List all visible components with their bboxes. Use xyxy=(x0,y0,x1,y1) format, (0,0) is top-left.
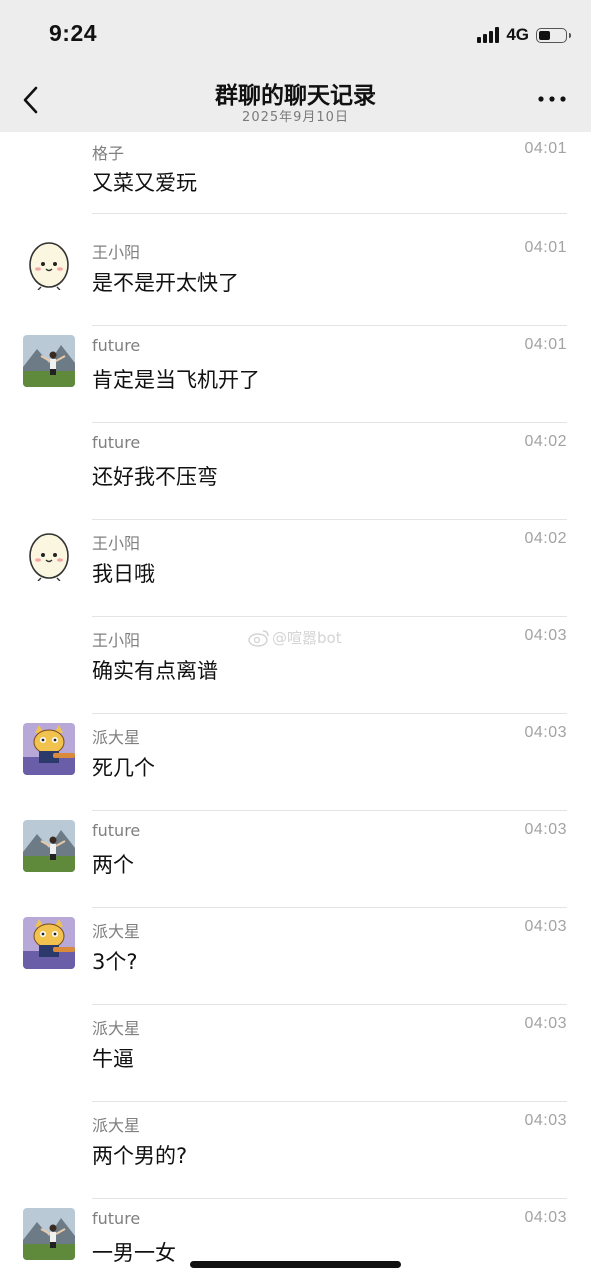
message-item[interactable]: 派大星 04:03 3个? xyxy=(0,908,591,1005)
message-item[interactable]: 王小阳 04:01 是不是开太快了 xyxy=(0,229,591,326)
sender-name: 派大星 xyxy=(92,922,141,941)
weibo-icon xyxy=(248,629,269,647)
message-time: 04:03 xyxy=(524,627,567,644)
page-title: 群聊的聊天记录 xyxy=(215,83,376,109)
message-time: 04:01 xyxy=(524,140,567,157)
landscape-avatar[interactable] xyxy=(23,335,75,387)
message-text: 两个男的? xyxy=(92,1144,188,1168)
message-time: 04:02 xyxy=(524,433,567,450)
message-text: 牛逼 xyxy=(92,1047,134,1071)
message-item[interactable]: 派大星 04:03 死几个 xyxy=(0,714,591,811)
message-item[interactable]: 格子 04:01 又菜又爱玩 xyxy=(0,132,591,229)
message-text: 是不是开太快了 xyxy=(92,271,239,295)
message-item[interactable]: 派大星 04:03 牛逼 xyxy=(0,1005,591,1102)
message-item[interactable]: 派大星 04:03 两个男的? xyxy=(0,1102,591,1199)
message-item[interactable]: future 04:01 肯定是当飞机开了 xyxy=(0,326,591,423)
message-text: 一男一女 xyxy=(92,1241,176,1265)
sender-name: 派大星 xyxy=(92,1116,141,1135)
landscape-avatar[interactable] xyxy=(23,820,75,872)
message-time: 04:01 xyxy=(524,336,567,353)
message-text: 我日哦 xyxy=(92,562,155,586)
message-item[interactable]: future 04:02 还好我不压弯 xyxy=(0,423,591,520)
egg-avatar[interactable] xyxy=(23,238,75,290)
message-text: 又菜又爱玩 xyxy=(92,171,197,195)
more-button[interactable] xyxy=(537,88,567,108)
watermark-text: @喧嚣bot xyxy=(272,629,342,647)
message-time: 04:02 xyxy=(524,530,567,547)
status-indicators: 4G xyxy=(477,24,571,46)
message-time: 04:03 xyxy=(524,1015,567,1032)
divider xyxy=(92,213,567,214)
message-item[interactable]: 王小阳 04:02 我日哦 xyxy=(0,520,591,617)
home-indicator[interactable] xyxy=(190,1261,401,1268)
message-text: 两个 xyxy=(92,853,134,877)
message-text: 肯定是当飞机开了 xyxy=(92,368,260,392)
message-text: 还好我不压弯 xyxy=(92,465,218,489)
landscape-avatar[interactable] xyxy=(23,1208,75,1260)
top-bar: 9:24 4G 群聊的聊天记录 2025年9月10日 xyxy=(0,0,591,132)
cat-avatar[interactable] xyxy=(23,917,75,969)
message-time: 04:03 xyxy=(524,1112,567,1129)
status-time: 9:24 xyxy=(49,20,98,46)
network-label: 4G xyxy=(506,25,529,44)
message-text: 确实有点离谱 xyxy=(92,659,218,683)
sender-name: 派大星 xyxy=(92,1019,141,1038)
page-subtitle-date: 2025年9月10日 xyxy=(242,110,349,125)
sender-name: 王小阳 xyxy=(92,243,141,262)
sender-name: 王小阳 xyxy=(92,534,141,553)
watermark: @喧嚣bot xyxy=(248,627,342,648)
message-time: 04:01 xyxy=(524,239,567,256)
sender-name: 格子 xyxy=(92,144,125,163)
more-icon xyxy=(538,96,566,102)
sender-name: future xyxy=(92,821,141,840)
sender-name: 王小阳 xyxy=(92,631,141,650)
signal-icon xyxy=(477,27,500,43)
cat-avatar[interactable] xyxy=(23,723,75,775)
sender-name: future xyxy=(92,336,141,355)
battery-icon xyxy=(536,27,571,43)
sender-name: 派大星 xyxy=(92,728,141,747)
sender-name: future xyxy=(92,433,141,452)
message-time: 04:03 xyxy=(524,724,567,741)
message-time: 04:03 xyxy=(524,1209,567,1226)
message-text: 3个? xyxy=(92,950,138,974)
sender-name: future xyxy=(92,1209,141,1228)
message-item[interactable]: future 04:03 两个 xyxy=(0,811,591,908)
message-time: 04:03 xyxy=(524,821,567,838)
egg-avatar[interactable] xyxy=(23,529,75,581)
message-time: 04:03 xyxy=(524,918,567,935)
message-text: 死几个 xyxy=(92,756,155,780)
